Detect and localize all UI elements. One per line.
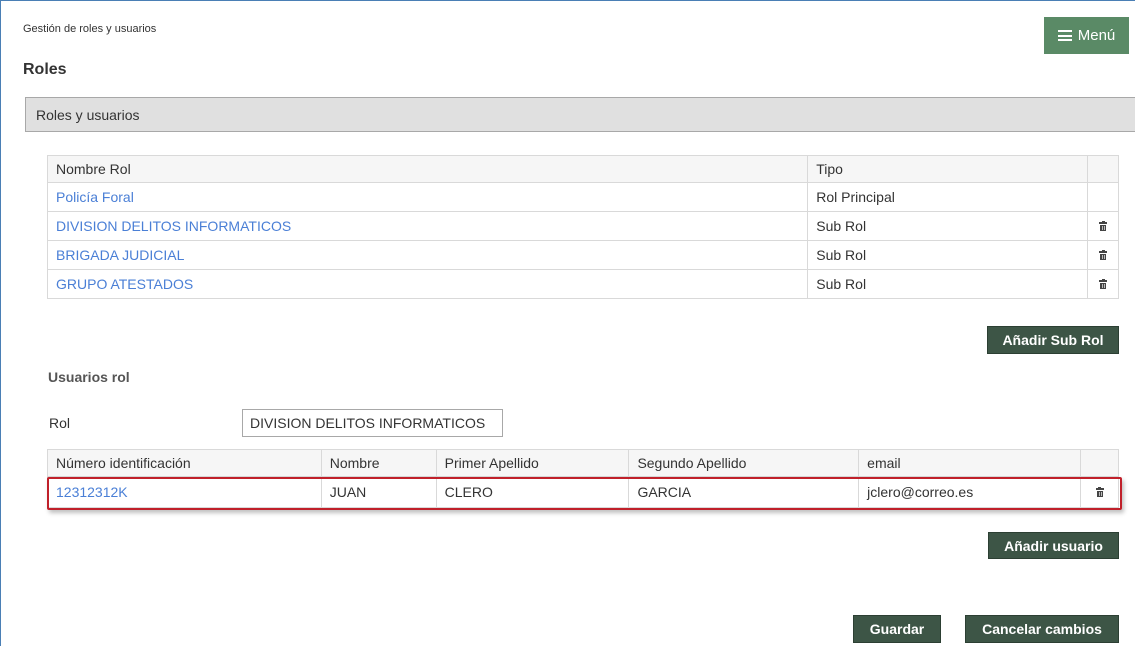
user-surname2: GARCIA [628, 476, 860, 508]
hamburger-icon [1057, 30, 1072, 41]
section-title: Roles y usuarios [36, 106, 140, 123]
trash-icon[interactable] [1099, 221, 1107, 231]
users-section-title: Usuarios rol [48, 369, 130, 385]
trash-icon[interactable] [1099, 279, 1107, 289]
role-field-label: Rol [49, 415, 71, 431]
column-header-role-name: Nombre Rol [46, 155, 809, 183]
save-button[interactable]: Guardar [853, 615, 941, 643]
menu-button-label: Menú [1077, 27, 1116, 44]
table-row: BRIGADA JUDICIAL Sub Rol [46, 240, 1119, 270]
page-title: Roles [23, 61, 67, 78]
column-header-actions [1087, 155, 1119, 183]
column-header-email: email [858, 449, 1081, 477]
trash-icon[interactable] [1099, 250, 1107, 260]
column-header-surname1: Primer Apellido [435, 449, 630, 477]
role-type: Sub Rol [807, 211, 1088, 241]
table-row: 12312312K JUAN CLERO GARCIA jclero@corre… [47, 476, 1119, 508]
users-table: Número identificación Nombre Primer Apel… [47, 449, 1119, 508]
table-row: GRUPO ATESTADOS Sub Rol [46, 269, 1119, 299]
empty-action-cell [1087, 182, 1119, 212]
page-frame: Gestión de roles y usuarios Menú Roles R… [0, 0, 1135, 646]
role-link[interactable]: BRIGADA JUDICIAL [56, 247, 184, 263]
roles-table-header: Nombre Rol Tipo [46, 155, 1119, 183]
user-surname1: CLERO [435, 476, 630, 508]
role-type: Rol Principal [807, 182, 1088, 212]
add-user-button[interactable]: Añadir usuario [988, 532, 1119, 559]
breadcrumb: Gestión de roles y usuarios [23, 23, 157, 35]
role-link[interactable]: GRUPO ATESTADOS [56, 276, 193, 292]
cancel-button[interactable]: Cancelar cambios [965, 615, 1119, 643]
role-link[interactable]: DIVISION DELITOS INFORMATICOS [56, 218, 291, 234]
column-header-actions [1080, 449, 1119, 477]
role-link[interactable]: Policía Foral [56, 189, 134, 205]
role-type: Sub Rol [807, 269, 1088, 299]
menu-button[interactable]: Menú [1044, 17, 1129, 54]
table-row: DIVISION DELITOS INFORMATICOS Sub Rol [46, 211, 1119, 241]
role-type: Sub Rol [807, 240, 1088, 270]
user-name: JUAN [320, 476, 437, 508]
add-subrole-button[interactable]: Añadir Sub Rol [987, 326, 1119, 354]
column-header-id: Número identificación [47, 449, 322, 477]
table-row: Policía Foral Rol Principal [46, 182, 1119, 212]
user-email: jclero@correo.es [858, 476, 1081, 508]
column-header-role-type: Tipo [807, 155, 1088, 183]
section-header: Roles y usuarios [25, 97, 1135, 132]
trash-icon[interactable] [1095, 487, 1104, 497]
users-table-header: Número identificación Nombre Primer Apel… [47, 449, 1119, 477]
role-field[interactable] [242, 409, 503, 437]
user-id-link[interactable]: 12312312K [56, 484, 128, 500]
column-header-name: Nombre [320, 449, 437, 477]
roles-table: Nombre Rol Tipo Policía Foral Rol Princi… [46, 155, 1119, 299]
column-header-surname2: Segundo Apellido [628, 449, 860, 477]
